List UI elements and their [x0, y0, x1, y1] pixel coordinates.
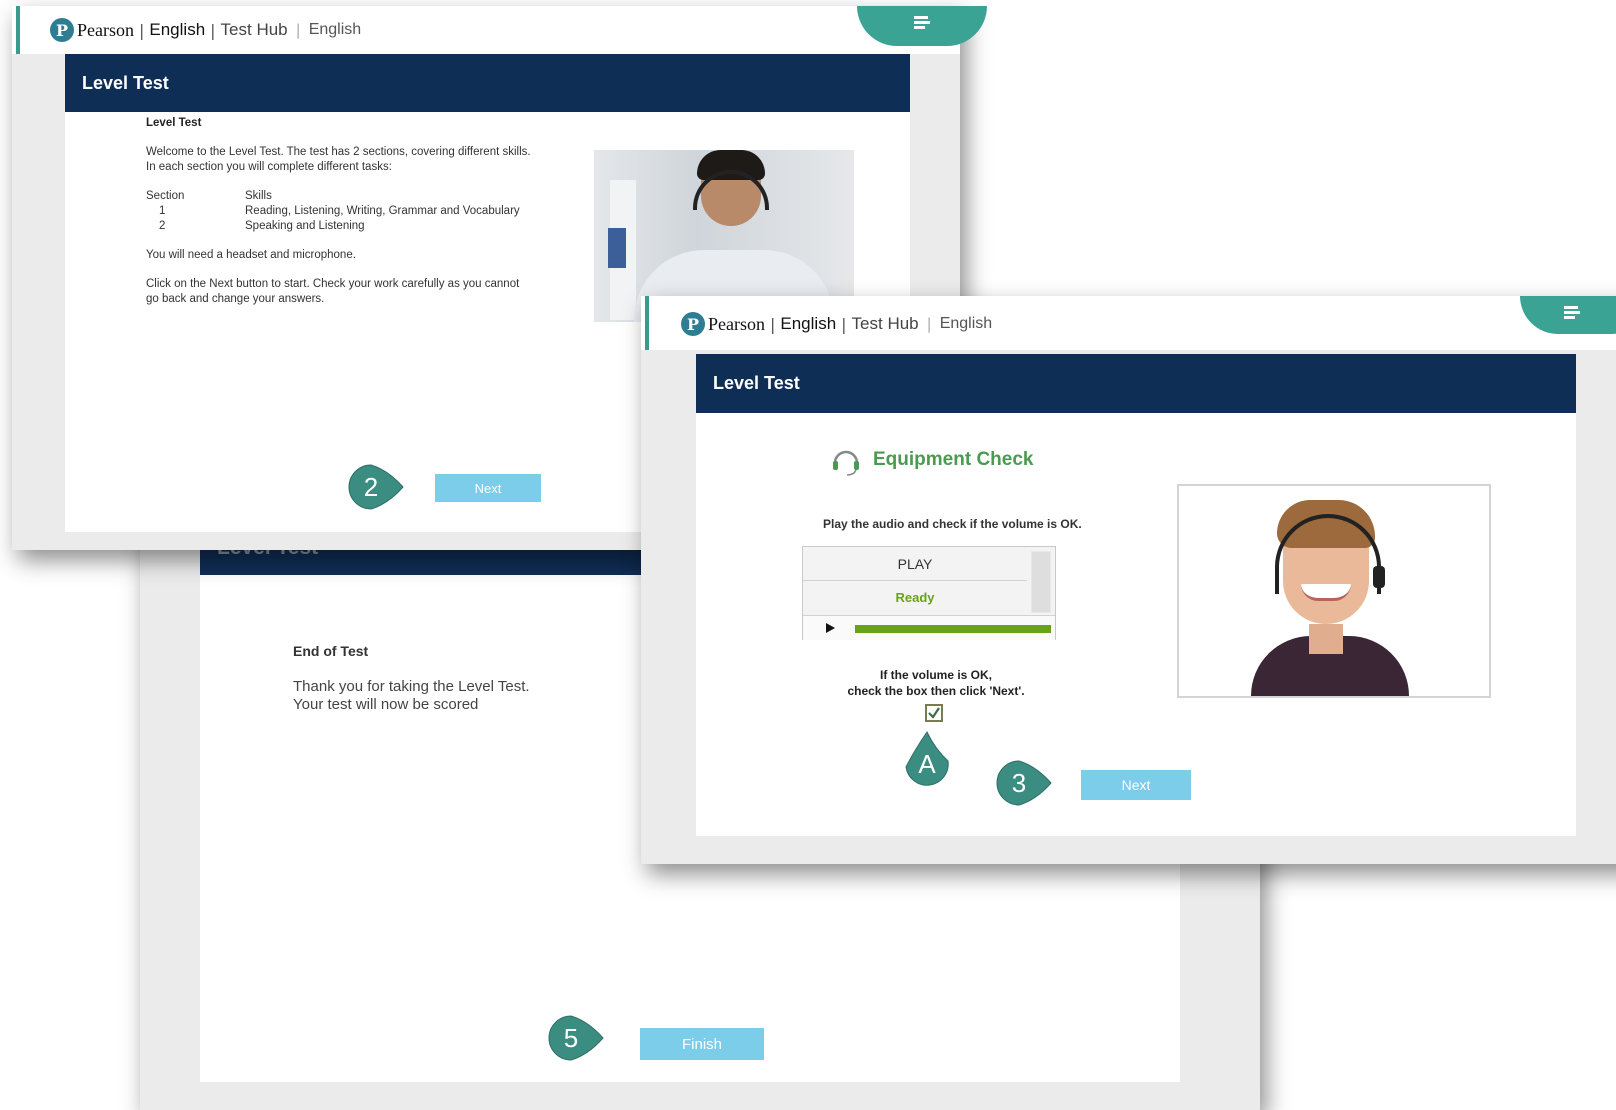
equipment-content-panel: Level Test Equipment Check Play the audi…	[696, 354, 1576, 836]
equipment-check-window: P Pearson | English | Test Hub | English…	[641, 296, 1616, 864]
volume-ok-checkbox[interactable]	[925, 704, 943, 722]
section-skills: Speaking and Listening	[245, 220, 365, 232]
header-accent-stripe	[16, 6, 20, 54]
language-label[interactable]: English	[940, 315, 992, 333]
menu-button[interactable]	[857, 6, 987, 46]
step-marker-5: 5	[548, 1015, 604, 1061]
intro-welcome-text-2: In each section you will complete differ…	[146, 161, 392, 173]
brand-test-hub: Test Hub	[851, 314, 919, 333]
brand-pearson: Pearson	[77, 19, 134, 40]
header-accent-stripe	[645, 296, 649, 350]
intro-welcome-text: Welcome to the Level Test. The test has …	[146, 146, 531, 158]
section-skills: Reading, Listening, Writing, Grammar and…	[245, 205, 520, 217]
hamburger-menu-icon	[914, 16, 930, 30]
step-marker-2: 2	[348, 464, 404, 510]
step-number: 2	[363, 471, 379, 502]
equipment-heading: Equipment Check	[873, 449, 1034, 470]
checkmark-icon	[928, 707, 940, 719]
menu-button[interactable]	[1520, 296, 1616, 334]
pearson-logo-icon: P	[681, 312, 705, 336]
skills-column-header: Skills	[245, 190, 272, 202]
volume-confirm-text: If the volume is OK,	[879, 668, 993, 682]
brand-separator: |	[139, 20, 145, 40]
next-instructions: Click on the Next button to start. Check…	[146, 278, 520, 290]
volume-bar-fill	[855, 625, 1051, 633]
pearson-brand: P Pearson | English | Test Hub | English	[681, 312, 992, 336]
brand-separator: |	[841, 314, 847, 334]
brand-pearson: Pearson	[708, 313, 765, 334]
intro-next-button[interactable]: Next	[435, 474, 541, 502]
player-status: Ready	[895, 590, 935, 605]
volume-confirm-text-2: check the box then click 'Next'.	[847, 684, 1025, 698]
volume-bar-track	[855, 625, 1051, 633]
audio-player: PLAY Ready	[802, 546, 1056, 640]
step-marker-3: 3	[996, 760, 1052, 806]
headset-user-photo	[1177, 484, 1491, 698]
headset-note: You will need a headset and microphone.	[146, 249, 356, 261]
brand-separator: |	[295, 21, 301, 39]
play-triangle-icon[interactable]	[825, 623, 835, 633]
equipment-header: P Pearson | English | Test Hub | English	[641, 296, 1616, 350]
step-number: 3	[1011, 767, 1027, 798]
end-scored-text: Your test will now be scored	[293, 696, 479, 713]
pearson-logo-icon: P	[50, 18, 74, 42]
brand-separator: |	[210, 20, 216, 40]
end-thank-you-text: Thank you for taking the Level Test.	[293, 678, 530, 695]
language-label[interactable]: English	[309, 21, 361, 39]
next-instructions-2: go back and change your answers.	[146, 293, 325, 305]
play-button[interactable]: PLAY	[803, 547, 1027, 581]
intro-header: P Pearson | English | Test Hub | English	[12, 6, 987, 54]
finish-button[interactable]: Finish	[640, 1028, 764, 1060]
section-number: 2	[159, 220, 166, 232]
step-number: 5	[563, 1022, 579, 1053]
intro-heading: Level Test	[146, 117, 202, 129]
brand-english: English	[780, 314, 837, 333]
audio-instruction: Play the audio and check if the volume i…	[823, 517, 1082, 531]
section-number: 1	[159, 205, 166, 217]
brand-english: English	[149, 20, 206, 39]
brand-separator: |	[770, 314, 776, 334]
marker-letter: A	[918, 749, 936, 779]
intro-title-bar: Level Test	[65, 54, 910, 112]
end-heading: End of Test	[293, 643, 369, 659]
brand-separator: |	[926, 315, 932, 333]
player-scrollbar[interactable]	[1031, 551, 1051, 613]
section-column-header: Section	[146, 190, 185, 202]
equipment-title-bar: Level Test	[696, 354, 1576, 413]
equipment-page-title: Level Test	[713, 373, 800, 393]
pearson-brand: P Pearson | English | Test Hub | English	[50, 18, 361, 42]
callout-marker-a: A	[902, 730, 952, 791]
headset-icon	[833, 450, 859, 476]
brand-test-hub: Test Hub	[220, 20, 288, 39]
player-controls	[803, 615, 1055, 640]
equipment-next-button[interactable]: Next	[1081, 770, 1191, 800]
intro-page-title: Level Test	[82, 72, 169, 93]
hamburger-menu-icon	[1564, 306, 1580, 320]
